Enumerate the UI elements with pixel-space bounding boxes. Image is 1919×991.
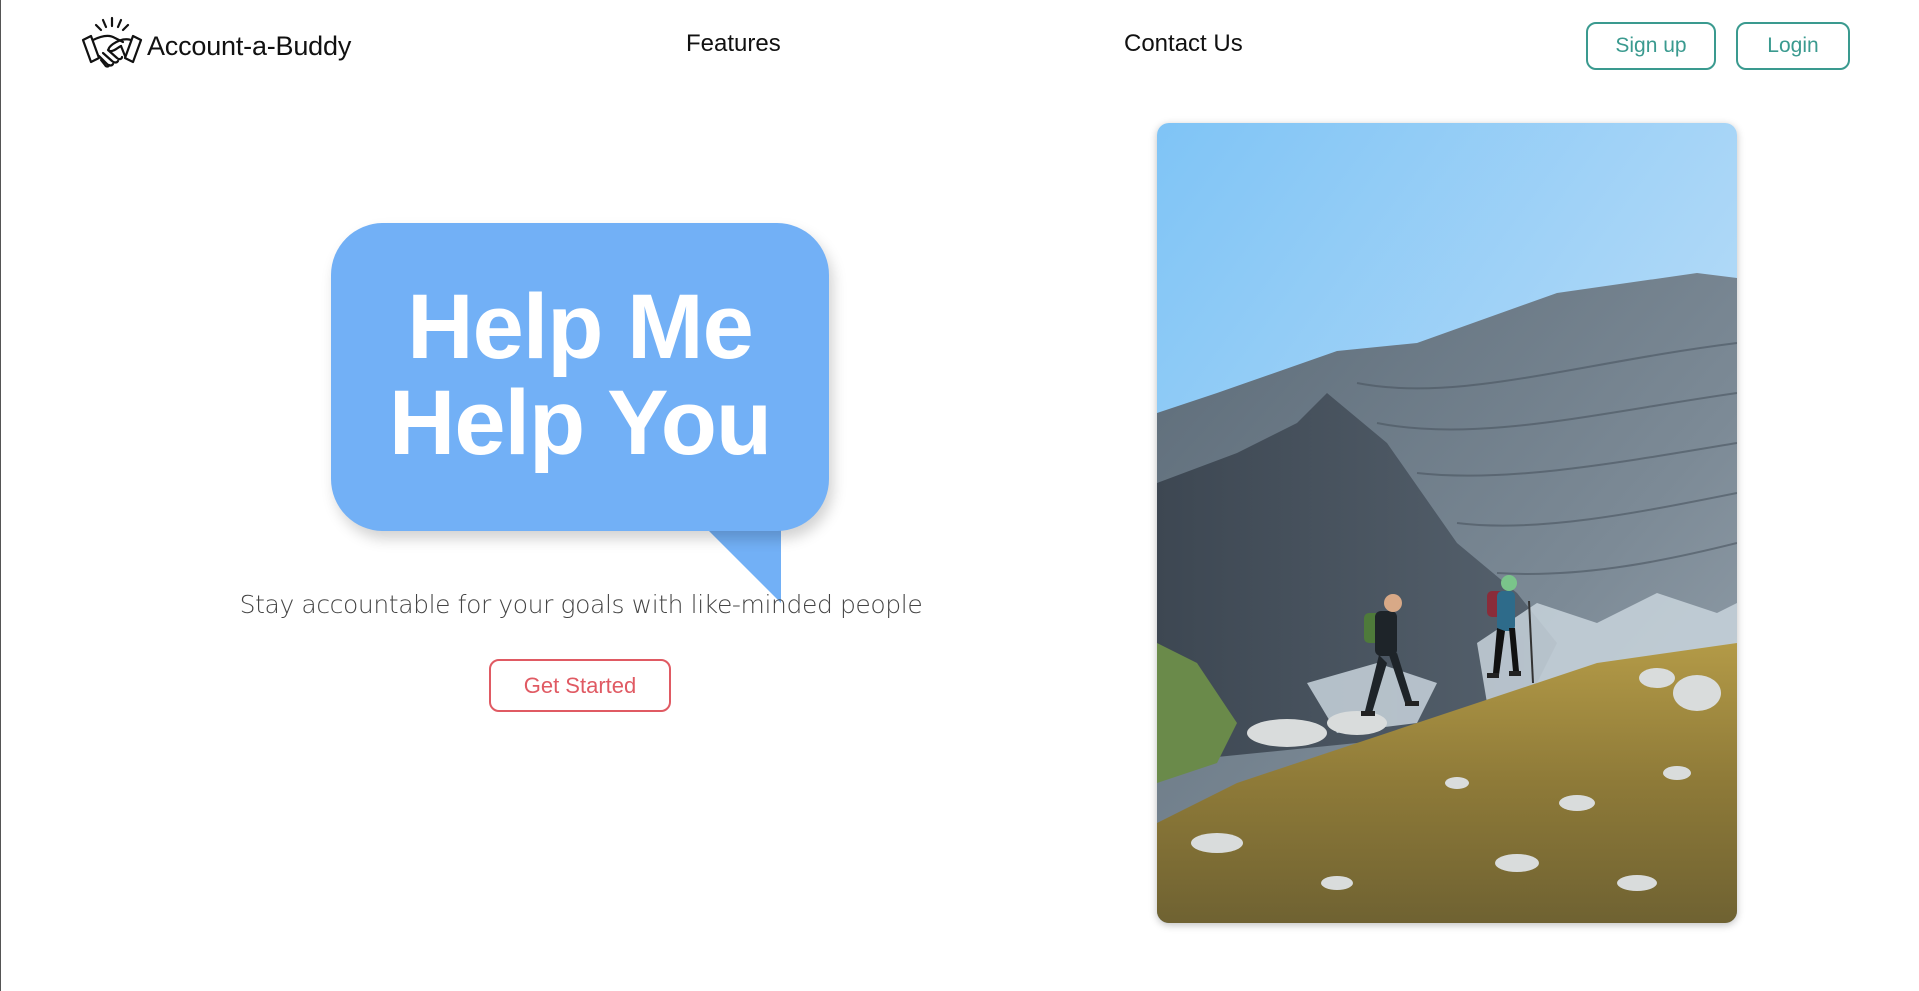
brand[interactable]: Account-a-Buddy: [79, 14, 351, 78]
two-hikers-mountain-photo: [1157, 123, 1737, 923]
nav-link-features[interactable]: Features: [686, 30, 781, 58]
landing-page: Account-a-Buddy Features Contact Us Sign…: [0, 0, 1919, 991]
brand-name: Account-a-Buddy: [147, 30, 352, 61]
handshake-icon: [81, 16, 143, 68]
hero-headline-line-2: Help You: [388, 372, 772, 474]
get-started-button[interactable]: Get Started: [489, 659, 671, 712]
speech-bubble: Help Me Help You: [331, 223, 831, 603]
sign-up-button[interactable]: Sign up: [1586, 22, 1716, 70]
login-button[interactable]: Login: [1736, 22, 1850, 70]
hero-headline: Help Me Help You: [331, 279, 829, 471]
hero-tagline: Stay accountable for your goals with lik…: [239, 590, 923, 619]
nav-link-contact-us[interactable]: Contact Us: [1124, 30, 1243, 58]
hero-headline-line-1: Help Me: [407, 276, 754, 378]
hero-photo: [1157, 123, 1737, 923]
